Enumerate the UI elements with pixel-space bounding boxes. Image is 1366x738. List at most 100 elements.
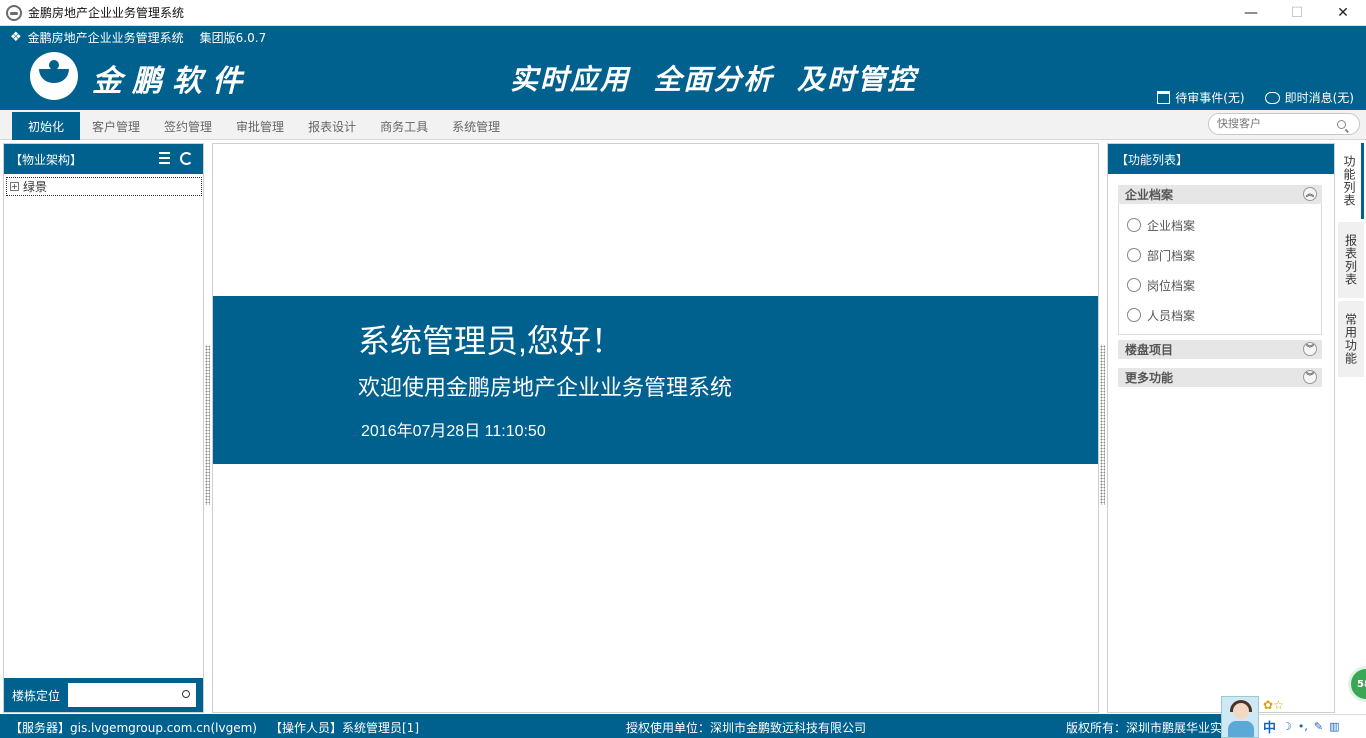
- radio-icon[interactable]: [1127, 218, 1141, 232]
- radio-icon[interactable]: [1127, 308, 1141, 322]
- server-info: 【服务器】gis.lvgemgroup.com.cn(lvgem): [10, 721, 257, 735]
- menu-bar: 初始化 客户管理 签约管理 审批管理 报表设计 商务工具 系统管理: [0, 110, 1366, 140]
- brand-name: 金鹏软件: [92, 64, 252, 99]
- menu-tabs: 初始化 客户管理 签约管理 审批管理 报表设计 商务工具 系统管理: [12, 112, 512, 140]
- panel-title: 【物业架构】: [10, 152, 83, 167]
- app-header: ❖ 金鹏房地产企业业务管理系统 集团版6.0.7 金鹏软件 实时应用 全面分析 …: [0, 26, 1366, 110]
- search-icon[interactable]: [1337, 119, 1346, 129]
- accordion-header[interactable]: 企业档案 ︽: [1118, 185, 1322, 204]
- function-item-label: 岗位档案: [1147, 278, 1196, 293]
- radio-icon[interactable]: [1127, 248, 1141, 262]
- tab-init[interactable]: 初始化: [12, 112, 81, 140]
- panel-title: 【功能列表】: [1116, 152, 1189, 167]
- function-item-label: 企业档案: [1147, 218, 1196, 233]
- wrench-icon[interactable]: ✎: [1314, 720, 1323, 733]
- copyright-info: 版权所有：深圳市鹏展华业实: [1066, 721, 1223, 735]
- instant-messages-label: 即时消息(无): [1284, 91, 1354, 105]
- ime-avatar[interactable]: [1221, 696, 1259, 738]
- window-title: 金鹏房地产企业业务管理系统: [28, 6, 185, 20]
- radio-icon[interactable]: [1127, 278, 1141, 292]
- moon-icon[interactable]: ☽: [1282, 720, 1292, 733]
- ime-bar: 中 ☽ •, ✎ ▥: [1259, 714, 1366, 738]
- close-button[interactable]: ✕: [1320, 0, 1366, 26]
- accordion-more-functions: 更多功能 ︾: [1118, 368, 1322, 387]
- panel-tools: [159, 152, 193, 165]
- expand-icon[interactable]: ︾: [1303, 342, 1317, 356]
- ime-toolbar: ✿☆ 中 ☽ •, ✎ ▥: [1221, 696, 1366, 738]
- tree-node-label[interactable]: 绿景: [23, 178, 47, 195]
- accordion-property-projects: 楼盘项目 ︾: [1118, 340, 1322, 359]
- minimize-button[interactable]: —: [1228, 0, 1274, 26]
- gear-icon[interactable]: ✿☆: [1263, 698, 1284, 712]
- building-locate: 楼栋定位: [4, 678, 203, 712]
- accordion-body: 企业档案 部门档案 岗位档案 人员档案: [1118, 204, 1322, 335]
- punct-icon[interactable]: •,: [1298, 720, 1308, 733]
- quick-search: [1208, 113, 1360, 135]
- system-name: 金鹏房地产企业业务管理系统: [27, 31, 184, 45]
- accordion-enterprise: 企业档案 ︽ 企业档案 部门档案 岗位档案 人员档案: [1118, 185, 1322, 335]
- vtab-common-functions[interactable]: 常用功能: [1338, 301, 1364, 377]
- message-icon: [1264, 91, 1280, 104]
- left-splitter-handle[interactable]: [205, 345, 210, 505]
- tab-customer[interactable]: 客户管理: [80, 112, 152, 140]
- tab-contract[interactable]: 签约管理: [152, 112, 224, 140]
- refresh-icon[interactable]: [180, 152, 193, 165]
- panel-header: 【功能列表】: [1108, 144, 1334, 174]
- system-line: ❖ 金鹏房地产企业业务管理系统 集团版6.0.7: [10, 29, 266, 46]
- function-list-panel: 【功能列表】 企业档案 ︽ 企业档案 部门档案 岗位档案 人员档案 楼盘项目 ︾…: [1107, 143, 1335, 713]
- welcome-subtitle: 欢迎使用金鹏房地产企业业务管理系统: [358, 375, 733, 400]
- function-item[interactable]: 部门档案: [1127, 240, 1321, 270]
- property-structure-panel: 【物业架构】 + 绿景 楼栋定位: [3, 143, 204, 713]
- list-icon[interactable]: [159, 152, 170, 164]
- welcome-banner: 系统管理员,您好！ 欢迎使用金鹏房地产企业业务管理系统 2016年07月28日 …: [213, 296, 1098, 464]
- pending-events-link[interactable]: 待审事件(无): [1157, 89, 1245, 106]
- window-titlebar: 金鹏房地产企业业务管理系统 — ☐ ✕: [0, 0, 1366, 26]
- slogan: 实时应用 全面分析 及时管控: [510, 63, 917, 96]
- accordion-title: 楼盘项目: [1125, 343, 1174, 357]
- calendar-icon: [1157, 91, 1171, 104]
- accordion-header[interactable]: 楼盘项目 ︾: [1118, 340, 1322, 359]
- greeting-text: 系统管理员,您好！: [358, 323, 623, 359]
- company-logo-icon: [30, 52, 78, 100]
- accordion-title: 企业档案: [1125, 188, 1174, 202]
- maximize-button[interactable]: ☐: [1274, 0, 1320, 26]
- function-item-label: 人员档案: [1147, 308, 1196, 323]
- accordion-header[interactable]: 更多功能 ︾: [1118, 368, 1322, 387]
- trash-icon[interactable]: ▥: [1329, 720, 1339, 733]
- function-item-label: 部门档案: [1147, 248, 1196, 263]
- vertical-tabs: 功能列表 报表列表 常用功能 58: [1336, 143, 1366, 713]
- right-splitter-handle[interactable]: [1100, 345, 1105, 505]
- operator-info: 【操作人员】系统管理员[1]: [270, 721, 419, 735]
- licensed-unit: 授权使用单位：深圳市金鹏致远科技有限公司: [626, 721, 867, 735]
- search-icon[interactable]: [182, 690, 191, 698]
- function-item[interactable]: 岗位档案: [1127, 270, 1321, 300]
- diamond-icon: ❖: [10, 30, 22, 45]
- expand-icon[interactable]: ︾: [1303, 370, 1317, 384]
- function-item[interactable]: 企业档案: [1127, 210, 1321, 240]
- tab-report-design[interactable]: 报表设计: [296, 112, 368, 140]
- ime-language[interactable]: 中: [1263, 717, 1276, 736]
- quick-search-input[interactable]: [1217, 118, 1337, 130]
- expand-icon[interactable]: +: [10, 182, 19, 191]
- building-locate-input[interactable]: [68, 683, 197, 707]
- instant-messages-link[interactable]: 即时消息(无): [1264, 89, 1354, 106]
- app-icon: [6, 4, 22, 21]
- current-datetime: 2016年07月28日 11:10:50: [361, 423, 546, 440]
- status-bar: 【服务器】gis.lvgemgroup.com.cn(lvgem) 【操作人员】…: [0, 714, 1366, 738]
- function-item[interactable]: 人员档案: [1127, 300, 1321, 330]
- panel-header: 【物业架构】: [4, 144, 203, 174]
- accordion-title: 更多功能: [1125, 371, 1174, 385]
- tab-approval[interactable]: 审批管理: [224, 112, 296, 140]
- tree-node[interactable]: + 绿景: [6, 177, 202, 196]
- building-locate-label: 楼栋定位: [12, 688, 61, 703]
- version-label: 集团版6.0.7: [199, 31, 267, 45]
- tab-system[interactable]: 系统管理: [440, 112, 512, 140]
- main-content: 系统管理员,您好！ 欢迎使用金鹏房地产企业业务管理系统 2016年07月28日 …: [212, 143, 1099, 713]
- tab-business-tools[interactable]: 商务工具: [368, 112, 440, 140]
- vtab-function-list[interactable]: 功能列表: [1338, 143, 1364, 219]
- pending-events-label: 待审事件(无): [1175, 91, 1245, 105]
- window-controls: — ☐ ✕: [1228, 0, 1366, 26]
- collapse-icon[interactable]: ︽: [1303, 187, 1317, 201]
- vtab-report-list[interactable]: 报表列表: [1338, 222, 1364, 298]
- header-links: 待审事件(无) 即时消息(无): [1157, 89, 1354, 106]
